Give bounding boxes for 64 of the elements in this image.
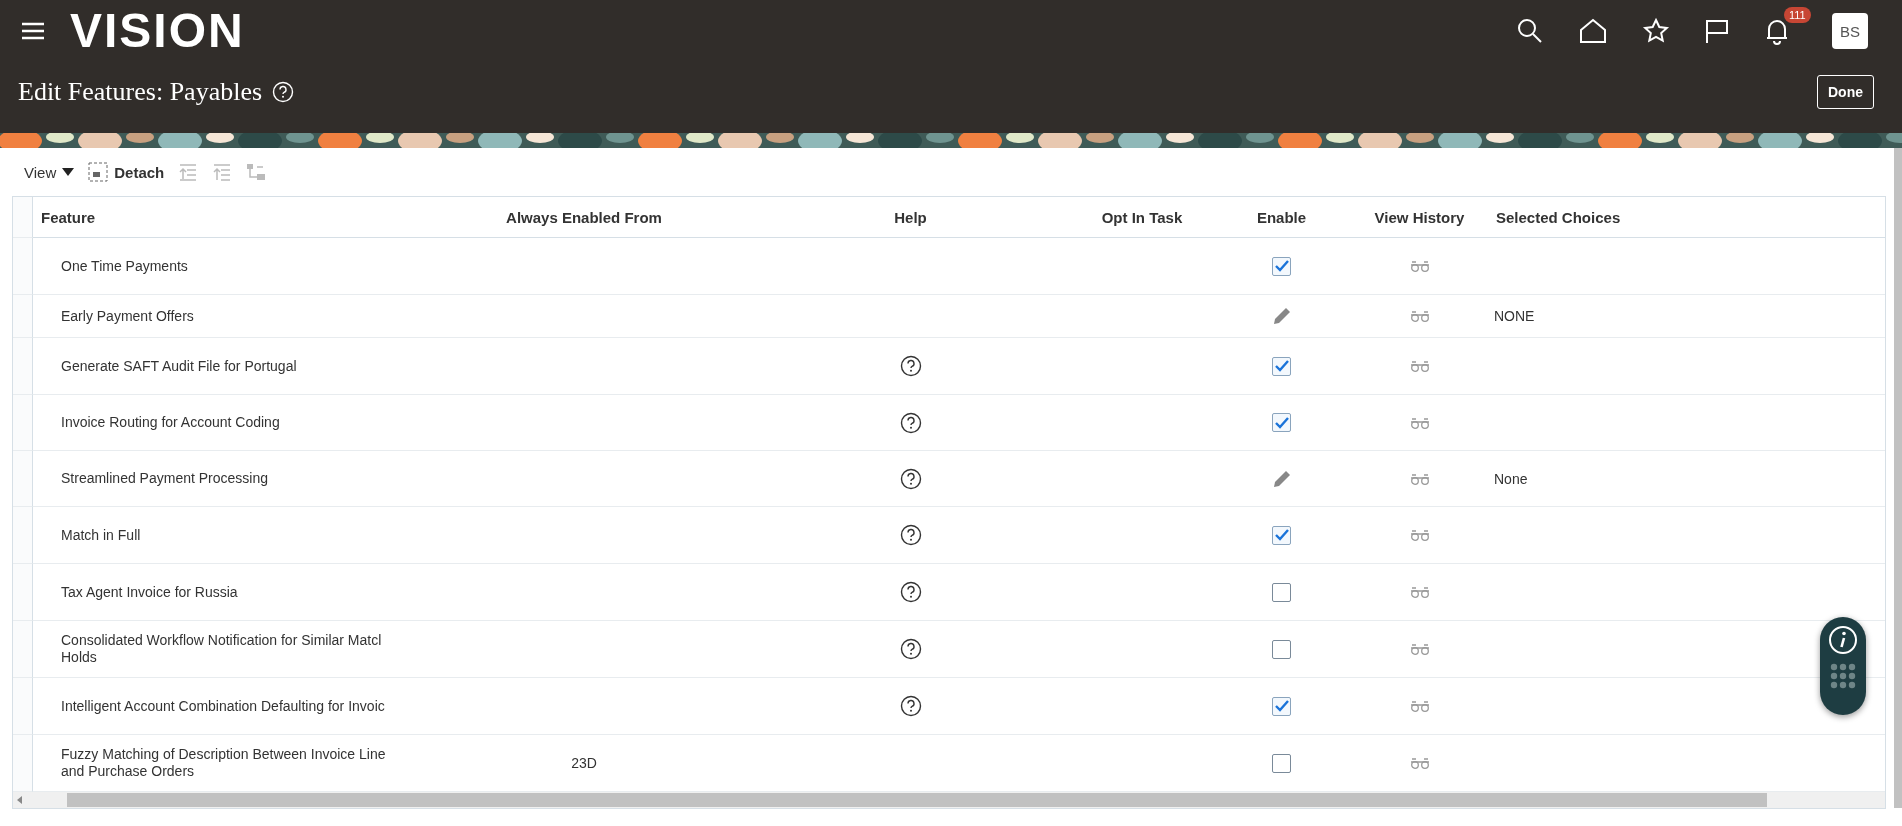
help-icon[interactable] [899,411,922,434]
help-icon[interactable] [899,695,922,717]
feature-name: Tax Agent Invoice for Russia [61,583,238,601]
feature-name: Early Payment Offers [61,307,194,325]
hierarchy-icon[interactable] [246,162,267,182]
user-avatar[interactable]: BS [1832,13,1868,49]
column-header[interactable]: Help [749,197,1072,238]
pencil-icon[interactable] [1271,468,1292,489]
glasses-icon[interactable] [1409,310,1430,322]
page-title: Edit Features: Payables [18,77,263,107]
glasses-icon[interactable] [1409,586,1430,598]
selected-choice: None [1494,470,1528,487]
feature-name: Invoice Routing for Account Coding [61,414,280,431]
help-icon[interactable] [899,581,922,603]
detach-button[interactable]: Detach [88,162,165,182]
grid-icon[interactable] [1830,663,1856,689]
column-header[interactable]: Feature [33,197,419,238]
feature-name: Streamlined Payment Processing [61,470,268,487]
enable-checkbox[interactable] [1272,582,1291,602]
done-button[interactable]: Done [1817,75,1874,109]
info-icon[interactable] [1828,625,1858,655]
glasses-icon[interactable] [1409,529,1430,541]
caret-icon [62,168,75,176]
scrollbar[interactable] [1894,148,1902,808]
enable-checkbox[interactable] [1272,256,1291,276]
logo: VISION [70,7,245,55]
enable-checkbox[interactable] [1272,413,1291,432]
enable-checkbox[interactable] [1272,639,1291,659]
release-cell: 23D [571,755,597,771]
collapse-icon[interactable] [178,162,199,182]
column-header[interactable]: Opt In Task [1072,197,1212,238]
notification-count: 111 [1784,7,1811,23]
column-header[interactable]: Selected Choices [1488,197,1813,238]
expand-icon[interactable] [212,162,233,182]
glasses-icon[interactable] [1409,643,1430,655]
glasses-icon[interactable] [1409,260,1430,272]
enable-checkbox[interactable] [1272,753,1291,773]
feature-name: Intelligent Account Combination Defaulting for Invoic [61,697,385,715]
help-icon[interactable] [899,524,922,546]
feature-name: Fuzzy Matching of Description Between Invoice Line and Purchase Orders [61,746,387,780]
help-icon[interactable] [899,355,922,377]
enable-checkbox[interactable] [1272,696,1291,716]
feature-name: Consolidated Workflow Notification for Similar Matcl Holds [61,632,383,666]
help-icon[interactable] [899,467,922,490]
view-menu[interactable]: View [24,163,75,181]
info-widget[interactable] [1820,617,1866,715]
help-icon[interactable] [899,638,922,660]
enable-checkbox[interactable] [1272,356,1291,376]
glasses-icon[interactable] [1409,360,1430,372]
feature-name: One Time Payments [61,257,188,275]
glasses-icon[interactable] [1409,700,1430,712]
feature-name: Match in Full [61,526,141,544]
glasses-icon[interactable] [1409,416,1430,429]
glasses-icon[interactable] [1409,472,1430,485]
pencil-icon[interactable] [1271,306,1292,326]
column-header[interactable]: Enable [1212,197,1351,238]
feature-name: Generate SAFT Audit File for Portugal [61,357,297,375]
enable-checkbox[interactable] [1272,525,1291,545]
detach-icon [88,162,109,182]
glasses-icon[interactable] [1409,757,1430,769]
scrollbar-thumb[interactable] [67,793,1767,807]
column-header[interactable]: View History [1351,197,1488,238]
selected-choice: NONE [1494,308,1535,324]
column-header[interactable]: Always Enabled From [419,197,749,238]
